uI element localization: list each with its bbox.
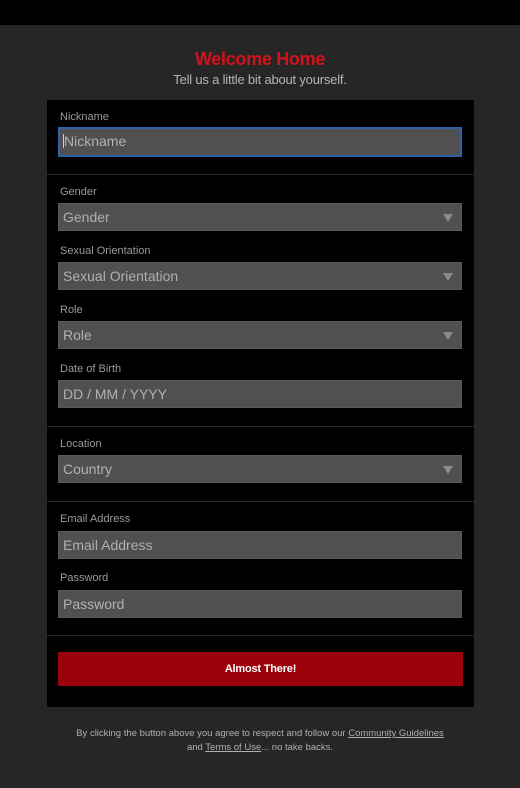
section-divider <box>47 174 474 175</box>
dob-input[interactable]: DD / MM / YYYY <box>58 380 462 408</box>
country-selected-value: Country <box>63 461 113 477</box>
terms-text-before: By clicking the button above you agree t… <box>76 728 349 739</box>
gender-label: Gender <box>60 186 97 198</box>
dropdown-arrow-icon <box>443 332 453 340</box>
orientation-select[interactable]: Sexual Orientation <box>58 262 462 290</box>
page-title: Welcome Home <box>194 49 326 69</box>
orientation-label: Sexual Orientation <box>60 245 151 257</box>
country-select[interactable]: Country <box>58 455 462 483</box>
terms-text-after: ... no take backs. <box>261 741 334 753</box>
terms-notice: By clicking the button above you agree t… <box>0 727 520 754</box>
password-placeholder: Password <box>63 596 125 612</box>
gender-select[interactable]: Gender <box>58 203 462 231</box>
dob-label: Date of Birth <box>60 363 122 375</box>
community-guidelines-link[interactable]: Community Guidelines <box>348 728 444 739</box>
terms-of-use-link[interactable]: Terms of Use <box>205 742 261 753</box>
role-select[interactable]: Role <box>58 321 462 349</box>
section-divider <box>47 426 474 427</box>
orientation-selected-value: Sexual Orientation <box>63 268 179 284</box>
nickname-input[interactable]: Nickname <box>58 127 462 157</box>
email-label: Email Address <box>60 513 131 525</box>
dob-placeholder: DD / MM / YYYY <box>63 386 167 402</box>
dropdown-arrow-icon <box>443 214 453 222</box>
gender-selected-value: Gender <box>63 209 110 225</box>
nickname-placeholder: Nickname <box>64 133 127 149</box>
dropdown-arrow-icon <box>443 466 453 474</box>
top-bar <box>0 0 520 25</box>
email-placeholder: Email Address <box>63 537 153 553</box>
email-input[interactable]: Email Address <box>58 531 462 559</box>
section-divider <box>47 501 474 502</box>
nickname-label: Nickname <box>60 111 109 123</box>
signup-form: Nickname Nickname Gender Gender Sexual O… <box>47 100 474 707</box>
role-label: Role <box>60 304 83 316</box>
dropdown-arrow-icon <box>443 273 453 281</box>
password-input[interactable]: Password <box>58 590 462 618</box>
location-label: Location <box>60 438 102 450</box>
password-label: Password <box>60 572 109 584</box>
section-divider <box>47 635 474 636</box>
page-subtitle: Tell us a little bit about yourself. <box>173 72 347 87</box>
submit-button[interactable]: Almost There! <box>58 652 463 686</box>
terms-text-and: and <box>186 741 206 753</box>
role-selected-value: Role <box>63 327 92 343</box>
